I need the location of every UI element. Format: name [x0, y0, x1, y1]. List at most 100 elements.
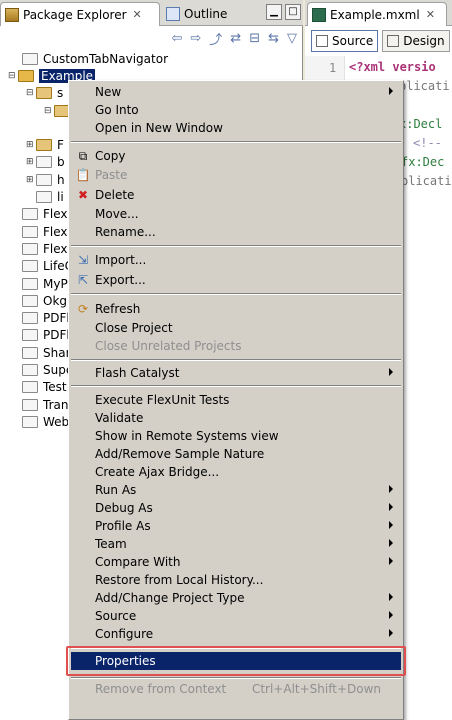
menu-separator	[71, 245, 401, 247]
menu-item-team[interactable]: Team	[71, 535, 401, 553]
menu-item-label: Close Project	[95, 321, 173, 335]
menu-separator	[71, 677, 401, 679]
menu-item-label: Remove from Context	[95, 682, 227, 696]
submenu-arrow-icon	[389, 629, 393, 637]
editor-tab-label: Example.mxml	[330, 7, 420, 22]
expand-icon[interactable]: ⊞	[26, 157, 36, 167]
menu-item-delete[interactable]: ✖ Delete	[71, 186, 401, 204]
view-menu-icon[interactable]: ▽	[287, 31, 297, 46]
menu-item-add-remove-sample[interactable]: Add/Remove Sample Nature	[71, 445, 401, 463]
context-menu: New Go Into Open in New Window ⧉ Copy 📋 …	[68, 80, 404, 720]
tab-package-explorer[interactable]: Package Explorer ✕	[0, 2, 160, 26]
design-mode-label: Design	[403, 34, 445, 48]
tab-example-mxml[interactable]: Example.mxml ✕	[307, 2, 447, 26]
menu-item-refresh[interactable]: ⟳ Refresh	[71, 300, 401, 318]
up-icon[interactable]: ⤴	[209, 29, 222, 48]
menu-item-label: Add/Remove Sample Nature	[95, 447, 265, 461]
link-icon[interactable]: ⇄	[230, 31, 241, 46]
refresh-icon: ⟳	[77, 302, 89, 316]
menu-item-label: Create Ajax Bridge...	[95, 465, 220, 479]
tab-package-explorer-label: Package Explorer	[23, 7, 127, 22]
menu-item-execute-flexunit[interactable]: Execute FlexUnit Tests	[71, 391, 401, 409]
folder-icon	[22, 312, 38, 325]
menu-separator	[71, 385, 401, 387]
submenu-arrow-icon	[389, 521, 393, 529]
tree-item-label: s	[57, 86, 64, 101]
menu-item-import[interactable]: ⇲ Import...	[71, 251, 401, 269]
folder-icon	[22, 415, 38, 428]
tree-item-label: Web	[43, 414, 70, 429]
submenu-arrow-icon	[389, 87, 393, 95]
forward-arrow-icon[interactable]: ⇨	[190, 31, 201, 46]
menu-item-configure[interactable]: Configure	[71, 625, 401, 643]
menu-item-open-new-window[interactable]: Open in New Window	[71, 119, 401, 137]
menu-item-profile-as[interactable]: Profile As	[71, 517, 401, 535]
menu-item-label: Rename...	[95, 225, 156, 239]
collapse-icon[interactable]: ⊟	[8, 71, 18, 81]
code-line: <?xml versio	[349, 60, 436, 74]
project-icon	[18, 69, 34, 82]
collapse-icon[interactable]: ⊟	[44, 106, 54, 116]
menu-item-validate[interactable]: Validate	[71, 409, 401, 427]
tree-item-label: Test	[43, 380, 67, 395]
submenu-arrow-icon	[389, 593, 393, 601]
folder-icon	[22, 329, 38, 342]
back-arrow-icon[interactable]: ⇦	[171, 31, 182, 46]
menu-item-label: Configure	[95, 627, 154, 641]
collapse-all-icon[interactable]: ⊟	[249, 31, 260, 46]
menu-item-compare-with[interactable]: Compare With	[71, 553, 401, 571]
source-mode-button[interactable]: Source	[311, 30, 379, 52]
source-folder-icon	[36, 87, 52, 100]
tree-item-label: MyP	[43, 276, 68, 291]
view-window-controls: ▁ □	[266, 4, 301, 20]
menu-item-label: Run As	[95, 483, 137, 497]
menu-item-export[interactable]: ⇱ Export...	[71, 271, 401, 289]
menu-separator	[71, 141, 401, 143]
menu-item-copy[interactable]: ⧉ Copy	[71, 147, 401, 165]
link-editor-icon[interactable]: ⇆	[268, 31, 279, 46]
menu-item-new[interactable]: New	[71, 83, 401, 101]
menu-item-restore-history[interactable]: Restore from Local History...	[71, 571, 401, 589]
menu-item-show-remote[interactable]: Show in Remote Systems view	[71, 427, 401, 445]
menu-item-create-ajax[interactable]: Create Ajax Bridge...	[71, 463, 401, 481]
expand-icon[interactable]: ⊞	[26, 175, 36, 185]
tree-item[interactable]: CustomTabNavigator	[0, 50, 303, 67]
menu-item-label: New	[95, 85, 122, 99]
menu-item-source[interactable]: Source	[71, 607, 401, 625]
source-mode-label: Source	[332, 34, 374, 48]
tree-item-label: PDFl	[43, 328, 70, 343]
tree-item-label: PDFl	[43, 311, 70, 326]
menu-item-label: Import...	[95, 253, 147, 267]
menu-item-move[interactable]: Move...	[71, 205, 401, 223]
tab-outline-label: Outline	[184, 7, 228, 21]
editor-tab-bar: Example.mxml ✕	[305, 0, 452, 26]
design-mode-button[interactable]: Design	[382, 30, 450, 52]
menu-item-debug-as[interactable]: Debug As	[71, 499, 401, 517]
tree-item-label: Shar	[43, 345, 71, 360]
editor-mode-toolbar: Source Design	[305, 28, 452, 54]
menu-item-add-change-type[interactable]: Add/Change Project Type	[71, 589, 401, 607]
tree-item-label: h	[57, 172, 65, 187]
tab-outline[interactable]: Outline	[162, 2, 254, 26]
tree-item-label: CustomTabNavigator	[43, 51, 169, 66]
tree-item-label: Tran	[43, 397, 69, 412]
menu-item-flash-catalyst[interactable]: Flash Catalyst	[71, 364, 401, 382]
minimize-icon[interactable]: ▁	[266, 4, 282, 20]
menu-item-label: Source	[95, 609, 137, 623]
close-icon[interactable]: ✕	[426, 8, 435, 21]
menu-item-accelerator: Ctrl+Alt+Shift+Down	[251, 682, 381, 696]
maximize-icon[interactable]: □	[285, 4, 301, 20]
menu-item-label: Validate	[95, 411, 144, 425]
menu-item-run-as[interactable]: Run As	[71, 481, 401, 499]
menu-item-go-into[interactable]: Go Into	[71, 101, 401, 119]
menu-item-label: Go Into	[95, 103, 139, 117]
folder-icon	[36, 156, 52, 169]
expand-icon[interactable]: ⊞	[26, 140, 36, 150]
menu-item-close-project[interactable]: Close Project	[71, 319, 401, 337]
close-icon[interactable]: ✕	[133, 8, 142, 21]
tree-item-label: Flex	[43, 224, 68, 239]
collapse-icon[interactable]: ⊟	[26, 88, 36, 98]
menu-item-label: Move...	[95, 207, 139, 221]
submenu-arrow-icon	[389, 485, 393, 493]
menu-item-rename[interactable]: Rename...	[71, 223, 401, 241]
